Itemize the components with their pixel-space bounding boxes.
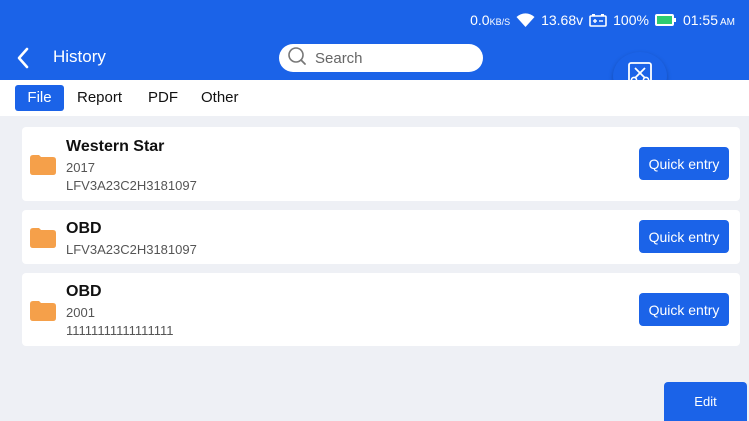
record-name: OBD <box>66 283 102 300</box>
network-speed: 0.0KB/S <box>470 12 511 28</box>
search-input[interactable]: Search <box>279 44 483 72</box>
battery-percent: 100% <box>613 12 649 28</box>
clock: 01:55 AM <box>682 12 735 28</box>
page-title: History <box>53 47 106 66</box>
folder-icon <box>30 301 56 321</box>
record-vin: LFV3A23C2H3181097 <box>66 178 197 193</box>
status-bar: 0.0KB/S 13.68v 100% 01:55 AM <box>470 10 735 30</box>
tab-other[interactable]: Other <box>193 85 247 111</box>
voltage-value: 13.68v <box>541 12 584 28</box>
quick-entry-button[interactable]: Quick entry <box>639 220 729 253</box>
tab-file[interactable]: File <box>15 85 64 111</box>
folder-icon <box>30 155 56 175</box>
record-name: OBD <box>66 220 102 237</box>
record-name: Western Star <box>66 138 165 155</box>
tab-report[interactable]: Report <box>69 85 130 111</box>
car-battery-icon <box>589 13 607 27</box>
battery-icon <box>654 14 677 26</box>
list-item[interactable]: Western Star 2017 LFV3A23C2H3181097 Quic… <box>22 127 740 201</box>
folder-icon <box>30 228 56 248</box>
record-vin: LFV3A23C2H3181097 <box>66 242 197 257</box>
quick-entry-button[interactable]: Quick entry <box>639 293 729 326</box>
search-icon <box>287 46 307 71</box>
tab-pdf[interactable]: PDF <box>140 85 186 111</box>
record-year: 2017 <box>66 160 95 175</box>
back-arrow-icon[interactable] <box>12 46 36 70</box>
tab-bar: File Report PDF Other <box>0 80 749 116</box>
wifi-icon <box>516 12 535 28</box>
record-year: 2001 <box>66 305 95 320</box>
list-item[interactable]: OBD LFV3A23C2H3181097 Quick entry <box>22 210 740 264</box>
list-item[interactable]: OBD 2001 11111111111111111 Quick entry <box>22 273 740 346</box>
record-vin: 11111111111111111 <box>66 323 174 338</box>
quick-entry-button[interactable]: Quick entry <box>639 147 729 180</box>
edit-button[interactable]: Edit <box>664 382 747 421</box>
search-placeholder: Search <box>315 49 363 67</box>
